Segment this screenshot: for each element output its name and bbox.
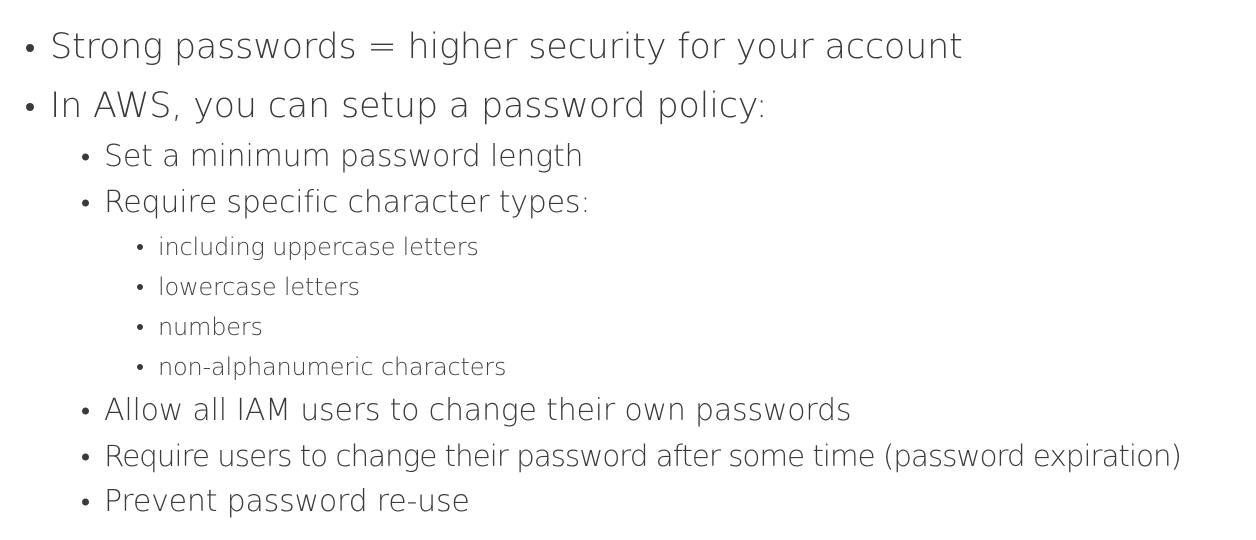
- bullet-strong-passwords: Strong passwords = higher security for y…: [26, 27, 963, 67]
- bullet-dot-icon: [137, 244, 143, 250]
- bullet-dot-icon: [82, 407, 89, 415]
- bullet-dot-icon: [82, 199, 89, 207]
- subbullet-change-own-passwords: Allow all IAM users to change their own …: [82, 393, 852, 428]
- bullet-text: Prevent password re-use: [104, 484, 470, 519]
- bullet-dot-icon: [26, 43, 34, 52]
- bullet-text: In AWS, you can setup a password policy:: [50, 86, 768, 126]
- bullet-password-policy: In AWS, you can setup a password policy:: [26, 86, 768, 126]
- bullet-text: Strong passwords = higher security for y…: [50, 27, 963, 67]
- bullet-dot-icon: [137, 324, 143, 330]
- subsubbullet-numbers: numbers: [137, 313, 263, 341]
- bullet-text: Require specific character types:: [104, 185, 591, 220]
- bullet-text: non-alphanumeric characters: [158, 353, 507, 381]
- subsubbullet-lowercase: lowercase letters: [137, 273, 360, 301]
- subbullet-prevent-reuse: Prevent password re-use: [82, 484, 470, 519]
- bullet-dot-icon: [82, 453, 89, 461]
- slide: Strong passwords = higher security for y…: [0, 0, 1256, 540]
- subsubbullet-uppercase: including uppercase letters: [137, 233, 479, 261]
- subbullet-min-length: Set a minimum password length: [82, 139, 584, 174]
- bullet-dot-icon: [26, 102, 34, 111]
- subbullet-character-types: Require specific character types:: [82, 185, 591, 220]
- subbullet-password-expiration: Require users to change their password a…: [82, 439, 1182, 473]
- bullet-text: Allow all IAM users to change their own …: [104, 393, 852, 428]
- bullet-dot-icon: [82, 498, 89, 506]
- bullet-text: Set a minimum password length: [104, 139, 584, 174]
- bullet-text: including uppercase letters: [158, 233, 479, 261]
- bullet-text: numbers: [158, 313, 263, 341]
- subsubbullet-non-alphanumeric: non-alphanumeric characters: [137, 353, 507, 381]
- bullet-text: lowercase letters: [158, 273, 360, 301]
- bullet-text: Require users to change their password a…: [104, 439, 1182, 473]
- bullet-dot-icon: [137, 364, 143, 370]
- bullet-dot-icon: [82, 153, 89, 161]
- bullet-dot-icon: [137, 284, 143, 290]
